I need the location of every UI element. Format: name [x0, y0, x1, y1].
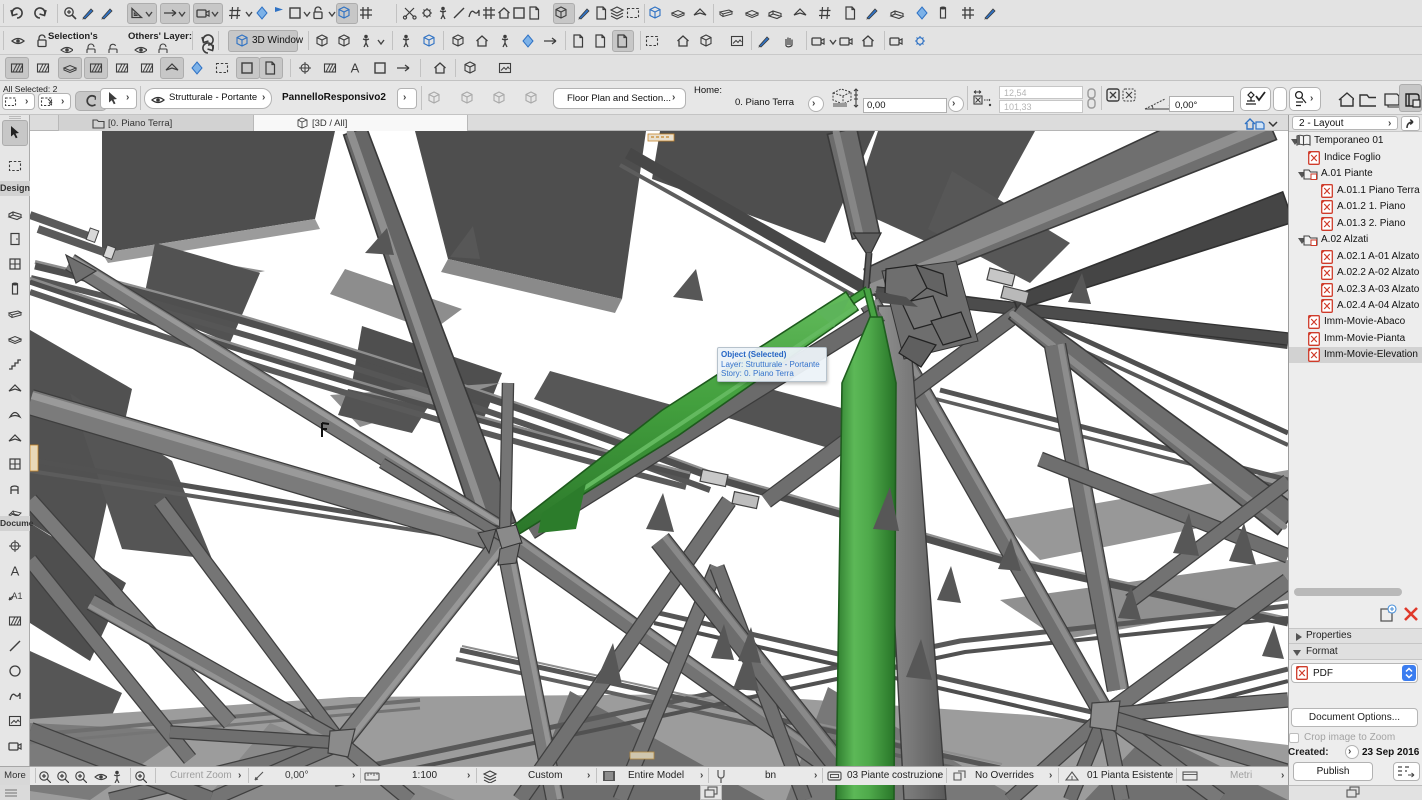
svg-text:A1: A1	[11, 591, 22, 601]
svg-text:A: A	[351, 61, 360, 76]
svg-text:A: A	[11, 564, 20, 579]
